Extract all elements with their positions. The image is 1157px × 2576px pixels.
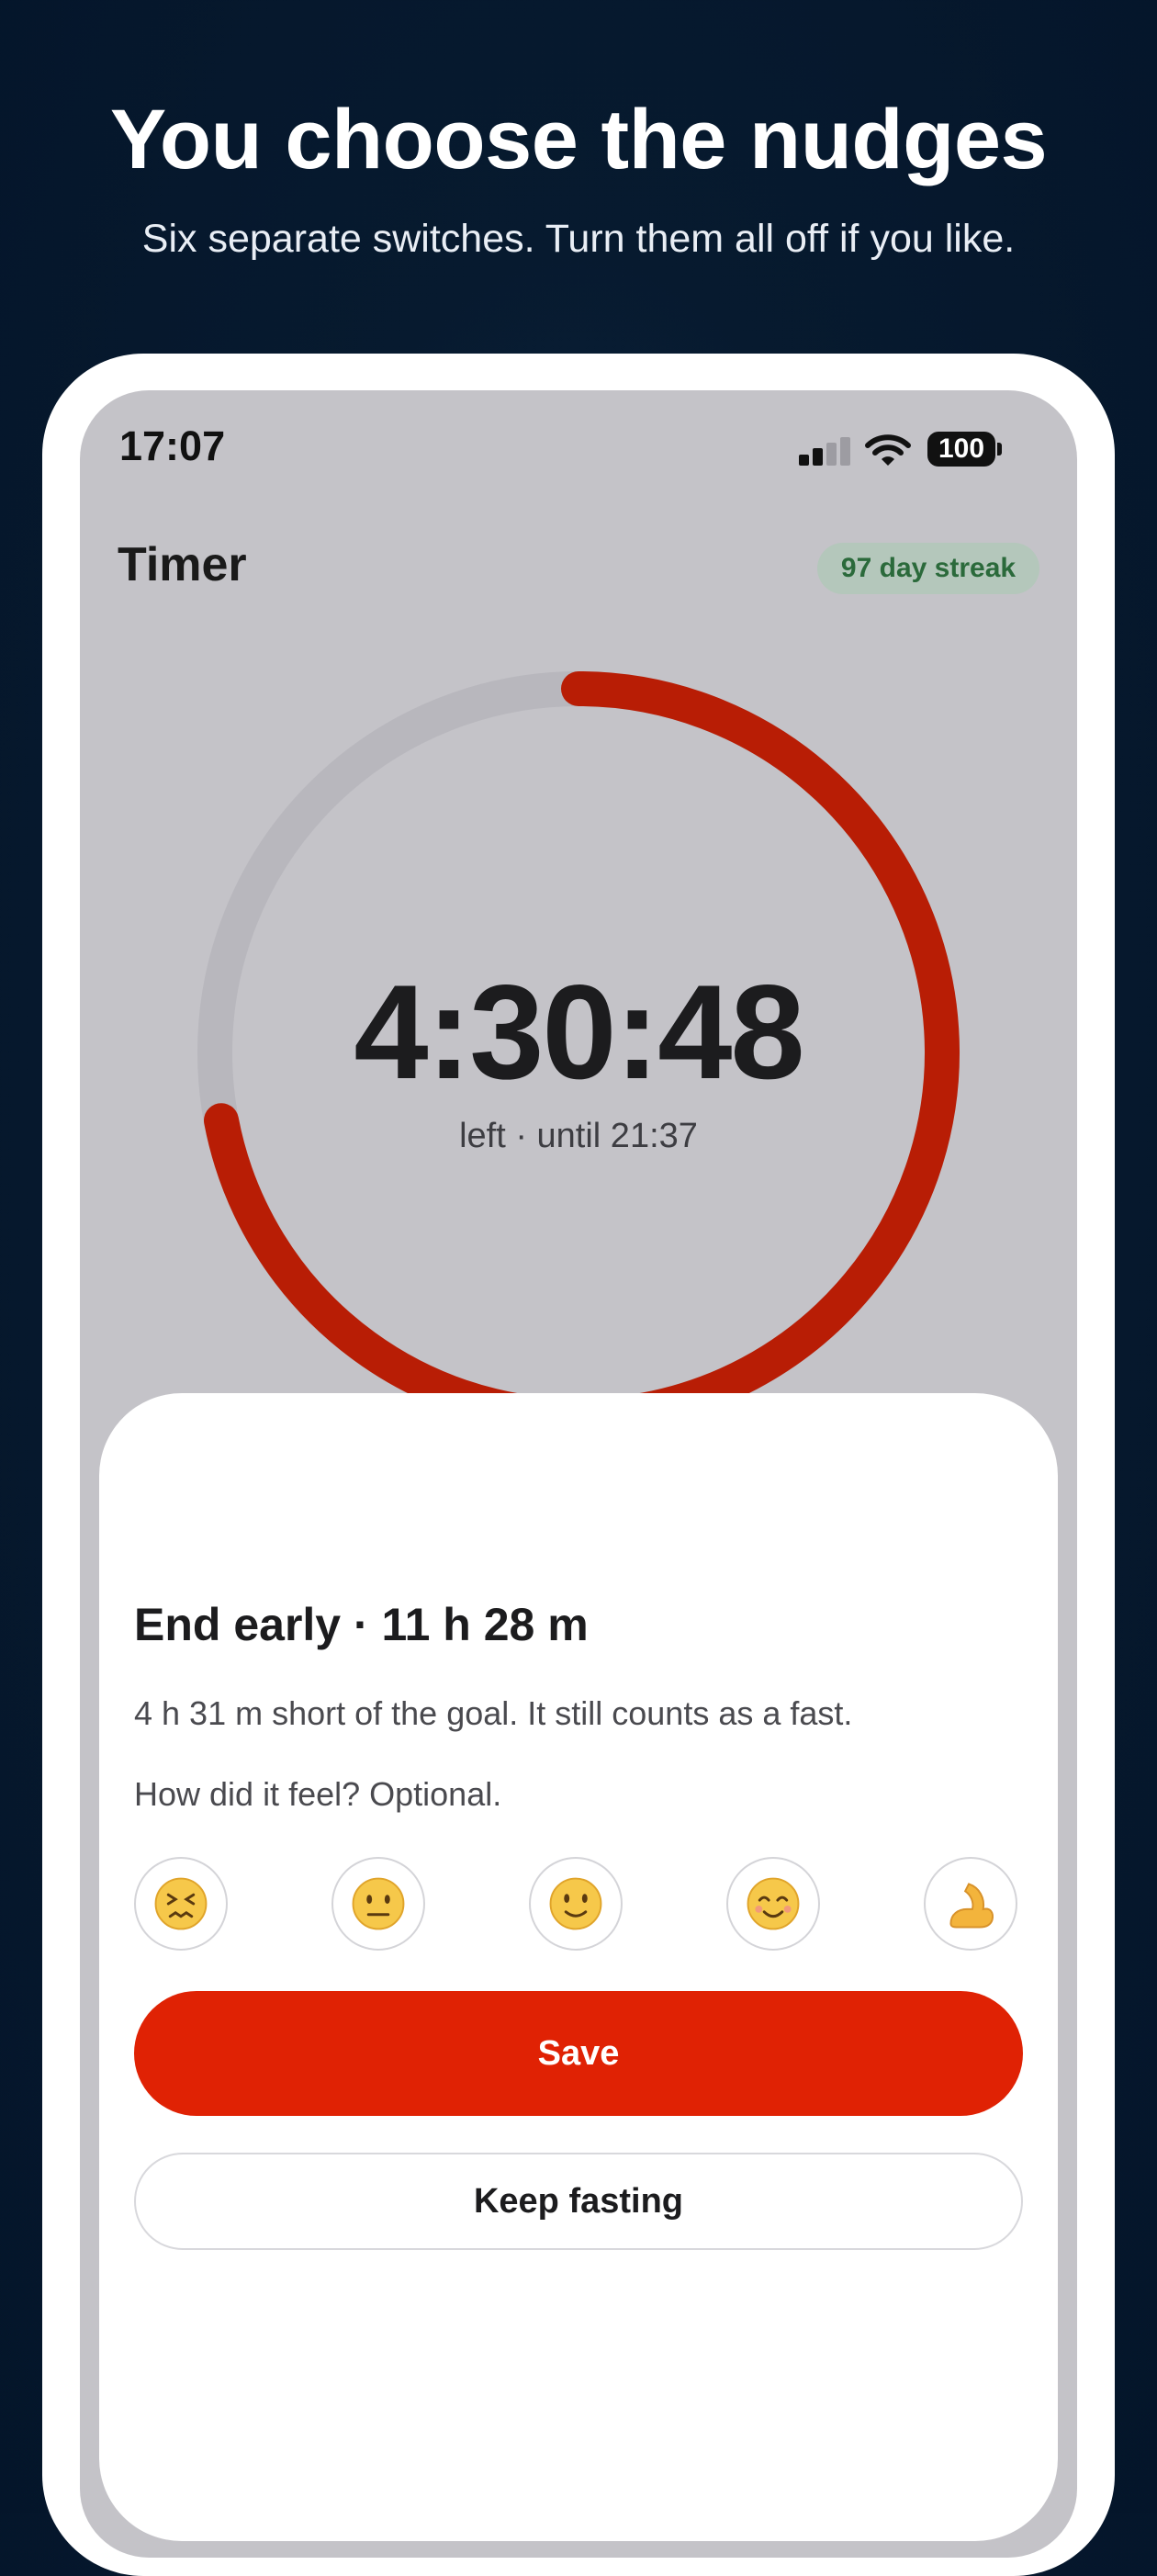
feel-option-confounded[interactable] — [134, 1857, 228, 1951]
sheet-description: 4 h 31 m short of the goal. It still cou… — [134, 1694, 853, 1732]
feel-option-smile[interactable] — [726, 1857, 820, 1951]
feel-option-slight-smile[interactable] — [529, 1857, 623, 1951]
keep-fasting-button[interactable]: Keep fasting — [134, 2153, 1023, 2250]
smiling-face-icon — [747, 1877, 800, 1930]
feel-option-strong[interactable] — [924, 1857, 1017, 1951]
flexed-biceps-icon — [949, 1883, 994, 1929]
neutral-face-icon — [352, 1877, 405, 1930]
save-button[interactable]: Save — [134, 1991, 1023, 2116]
feel-option-neutral[interactable] — [331, 1857, 425, 1951]
feel-question: How did it feel? Optional. — [134, 1775, 502, 1813]
slightly-smiling-face-icon — [549, 1877, 602, 1930]
timer-remaining: 4:30:48 — [354, 957, 804, 1107]
timer-subtitle: left · until 21:37 — [459, 1117, 698, 1155]
sheet-title: End early · 11 h 28 m — [134, 1599, 589, 1650]
confounded-face-icon — [154, 1877, 208, 1930]
end-early-sheet — [99, 1393, 1058, 2541]
